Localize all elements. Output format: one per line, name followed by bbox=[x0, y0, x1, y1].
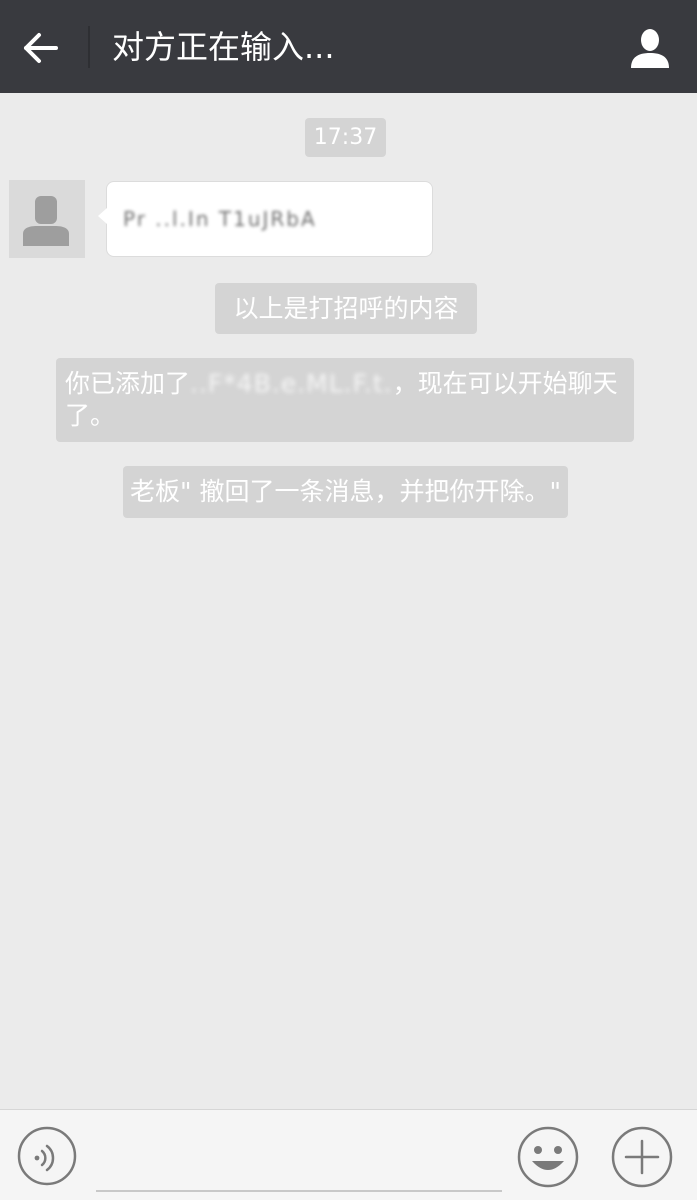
message-bubble[interactable]: Pr ..l.In T1uJRbA bbox=[98, 181, 433, 257]
system-message-greeting: 以上是打招呼的内容 bbox=[215, 283, 477, 334]
plus-icon bbox=[611, 1126, 673, 1188]
smiley-icon bbox=[517, 1126, 579, 1188]
message-text: Pr ..l.In T1uJRbA bbox=[123, 207, 317, 231]
header-divider bbox=[88, 26, 90, 68]
input-bar bbox=[0, 1109, 697, 1200]
person-icon bbox=[631, 29, 669, 68]
system-message-recall: 老板" 撤回了一条消息，并把你开除。" bbox=[123, 466, 568, 518]
chat-info-button[interactable] bbox=[626, 24, 674, 72]
back-button[interactable] bbox=[18, 26, 62, 70]
system-message-friend-added: 你已添加了..F*4B.e.ML.F.t.，现在可以开始聊天了。 bbox=[56, 358, 634, 442]
avatar[interactable] bbox=[9, 180, 85, 258]
message-timestamp: 17:37 bbox=[305, 118, 386, 157]
message-input[interactable] bbox=[96, 1128, 502, 1192]
emoji-button[interactable] bbox=[516, 1125, 580, 1189]
friend-name: ..F*4B.e.ML.F.t. bbox=[190, 369, 393, 398]
chat-header: 对方正在输入... bbox=[0, 0, 697, 93]
default-avatar-icon bbox=[9, 180, 85, 258]
page-title: 对方正在输入... bbox=[112, 28, 335, 66]
friend-added-prefix: 你已添加了 bbox=[65, 369, 191, 398]
voice-button[interactable] bbox=[16, 1125, 78, 1187]
back-arrow-icon bbox=[24, 33, 58, 63]
more-button[interactable] bbox=[610, 1125, 674, 1189]
voice-icon bbox=[17, 1126, 77, 1186]
